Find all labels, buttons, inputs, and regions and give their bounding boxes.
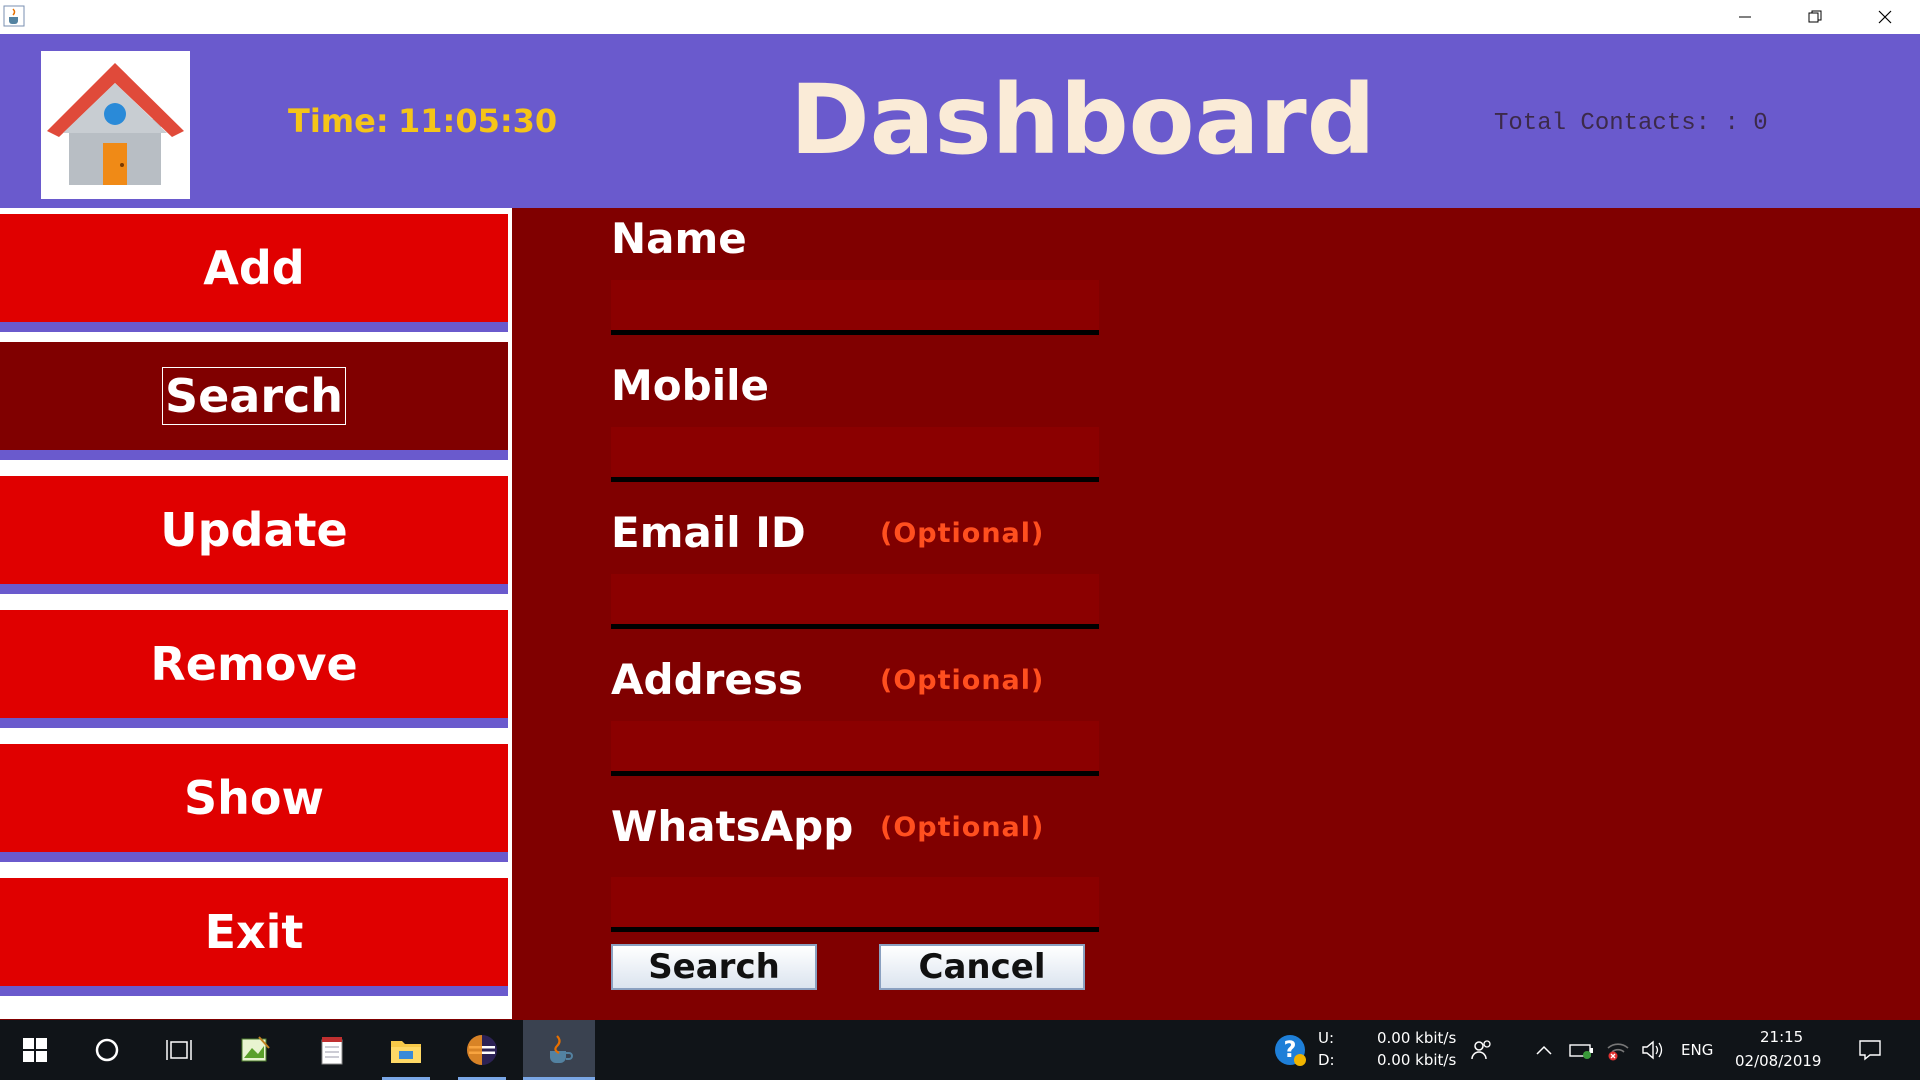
page-title: Dashboard xyxy=(790,64,1376,176)
house-icon xyxy=(41,51,190,199)
address-input[interactable] xyxy=(611,721,1099,776)
nav-button-label: Show xyxy=(184,771,324,825)
nav-add-button[interactable]: Add xyxy=(0,214,508,332)
eclipse-icon[interactable] xyxy=(452,1020,512,1080)
mobile-label: Mobile xyxy=(611,361,769,410)
help-icon[interactable]: ? xyxy=(1260,1020,1320,1080)
windows-taskbar: ? U: D: 0.00 kbit/s 0.00 kbit/s ENG 21:1… xyxy=(0,1020,1920,1080)
minimize-icon[interactable] xyxy=(1710,0,1780,34)
time-value: 11:05:30 xyxy=(398,102,558,140)
nav-button-label: Add xyxy=(203,241,305,295)
nav-show-button[interactable]: Show xyxy=(0,744,508,862)
time-label: Time: xyxy=(288,102,389,140)
clock-time[interactable]: 21:15 xyxy=(1760,1028,1803,1046)
nav-button-label: Remove xyxy=(150,637,358,691)
nav-exit-button[interactable]: Exit xyxy=(0,878,508,996)
file-explorer-icon[interactable] xyxy=(376,1020,436,1080)
java-app-icon[interactable] xyxy=(523,1020,595,1080)
window-title-bar xyxy=(0,0,1920,34)
net-up-label: U: xyxy=(1318,1029,1335,1047)
whatsapp-label: WhatsApp xyxy=(611,802,854,851)
search-button[interactable]: Search xyxy=(611,944,817,990)
nav-button-label: Search xyxy=(161,367,347,425)
nav-button-label: Update xyxy=(160,503,348,557)
whatsapp-input[interactable] xyxy=(611,877,1099,932)
windows-start-icon[interactable] xyxy=(5,1020,65,1080)
total-contacts-counter: Total Contacts: : 0 xyxy=(1494,110,1768,137)
close-icon[interactable] xyxy=(1850,0,1920,34)
volume-icon[interactable] xyxy=(1632,1020,1672,1080)
language-indicator[interactable]: ENG xyxy=(1681,1041,1713,1059)
whatsapp-optional-tag: (Optional) xyxy=(880,812,1045,843)
restore-icon[interactable] xyxy=(1780,0,1850,34)
address-label: Address xyxy=(611,655,803,704)
notepad-icon[interactable] xyxy=(303,1020,363,1080)
image-editor-icon[interactable] xyxy=(225,1020,285,1080)
mobile-input[interactable] xyxy=(611,427,1099,482)
address-optional-tag: (Optional) xyxy=(880,665,1045,696)
name-label: Name xyxy=(611,214,747,263)
nav-search-button[interactable]: Search xyxy=(0,342,508,460)
clock-date[interactable]: 02/08/2019 xyxy=(1735,1052,1821,1070)
nav-update-button[interactable]: Update xyxy=(0,476,508,594)
cancel-button[interactable]: Cancel xyxy=(879,944,1085,990)
sidebar: Add Search Update Remove Show Exit xyxy=(0,208,512,1019)
java-cup-icon xyxy=(3,5,25,27)
notification-icon[interactable] xyxy=(1848,1020,1892,1080)
email-optional-tag: (Optional) xyxy=(880,518,1045,549)
net-up-speed: 0.00 kbit/s xyxy=(1377,1029,1457,1047)
email-input[interactable] xyxy=(611,574,1099,629)
net-down-speed: 0.00 kbit/s xyxy=(1377,1051,1457,1069)
chevron-up-icon[interactable] xyxy=(1524,1020,1564,1080)
app-header: Time: 11:05:30 Dashboard Total Contacts:… xyxy=(0,34,1920,208)
task-view-icon[interactable] xyxy=(149,1020,209,1080)
net-down-label: D: xyxy=(1318,1051,1335,1069)
nav-button-label: Exit xyxy=(204,905,304,959)
cortana-circle-icon[interactable] xyxy=(77,1020,137,1080)
email-label: Email ID xyxy=(611,508,806,557)
battery-icon[interactable] xyxy=(1562,1020,1602,1080)
nav-remove-button[interactable]: Remove xyxy=(0,610,508,728)
people-icon[interactable] xyxy=(1460,1020,1504,1080)
name-input[interactable] xyxy=(611,280,1099,335)
